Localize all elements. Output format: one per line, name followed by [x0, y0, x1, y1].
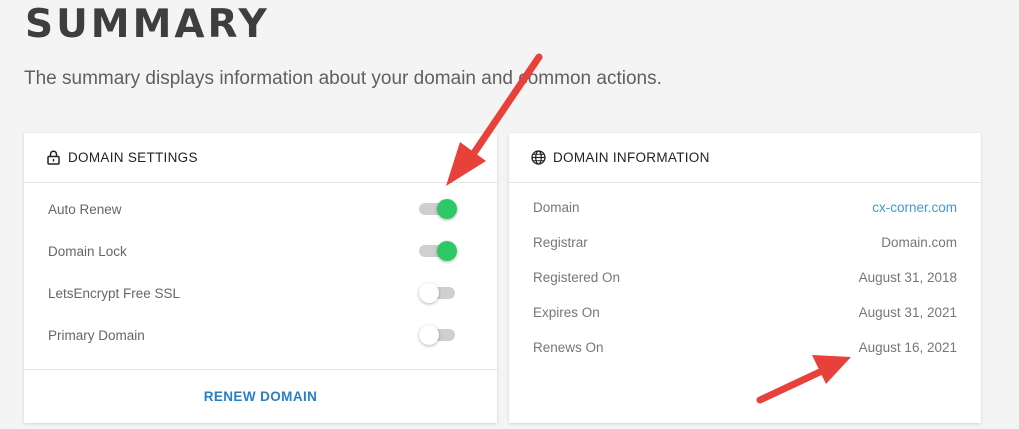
- renew-domain-button[interactable]: RENEW DOMAIN: [204, 389, 318, 404]
- domain-information-card: DOMAIN INFORMATION Domain cx-corner.com …: [509, 133, 981, 423]
- info-value: August 16, 2021: [858, 339, 957, 355]
- setting-row-letsencrypt-ssl: LetsEncrypt Free SSL: [48, 282, 457, 304]
- info-label: Registrar: [533, 234, 588, 250]
- setting-label: LetsEncrypt Free SSL: [48, 285, 181, 301]
- info-row-expires-on: Expires On August 31, 2021: [533, 302, 957, 322]
- setting-label: Auto Renew: [48, 201, 122, 217]
- info-label: Domain: [533, 199, 580, 215]
- page-title: SUMMARY: [25, 2, 270, 47]
- info-label: Renews On: [533, 339, 604, 355]
- info-row-renews-on: Renews On August 16, 2021: [533, 337, 957, 357]
- info-label: Expires On: [533, 304, 600, 320]
- domain-lock-toggle[interactable]: [419, 240, 457, 262]
- setting-row-auto-renew: Auto Renew: [48, 198, 457, 220]
- auto-renew-toggle[interactable]: [419, 198, 457, 220]
- setting-row-primary-domain: Primary Domain: [48, 324, 457, 346]
- page-description: The summary displays information about y…: [24, 68, 662, 89]
- domain-information-header: DOMAIN INFORMATION: [509, 133, 981, 183]
- setting-row-domain-lock: Domain Lock: [48, 240, 457, 262]
- info-value: August 31, 2018: [858, 269, 957, 285]
- info-label: Registered On: [533, 269, 621, 285]
- info-row-domain: Domain cx-corner.com: [533, 197, 957, 217]
- domain-information-title: DOMAIN INFORMATION: [553, 150, 710, 165]
- globe-icon: [530, 150, 546, 166]
- letsencrypt-ssl-toggle[interactable]: [419, 282, 457, 304]
- setting-label: Primary Domain: [48, 327, 145, 343]
- info-row-registered-on: Registered On August 31, 2018: [533, 267, 957, 287]
- domain-link[interactable]: cx-corner.com: [872, 200, 957, 215]
- primary-domain-toggle[interactable]: [419, 324, 457, 346]
- info-value: Domain.com: [881, 234, 957, 250]
- domain-settings-title: DOMAIN SETTINGS: [68, 150, 198, 165]
- setting-label: Domain Lock: [48, 243, 127, 259]
- domain-settings-header: DOMAIN SETTINGS: [24, 133, 497, 183]
- domain-settings-footer: RENEW DOMAIN: [24, 369, 497, 423]
- lock-icon: [45, 150, 61, 166]
- info-value: August 31, 2021: [858, 304, 957, 320]
- domain-settings-card: DOMAIN SETTINGS Auto Renew Domain Lock L…: [24, 133, 497, 423]
- info-row-registrar: Registrar Domain.com: [533, 232, 957, 252]
